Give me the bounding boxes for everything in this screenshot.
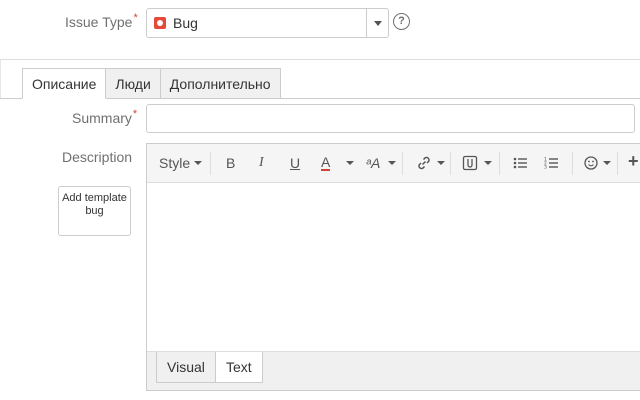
toolbar-separator: [450, 152, 451, 175]
tab-panel-border: [0, 60, 1, 99]
chevron-down-icon: [603, 161, 611, 165]
question-circle-icon[interactable]: ?: [393, 13, 410, 30]
toolbar-separator: [617, 152, 618, 175]
style-dropdown[interactable]: Style: [159, 155, 190, 171]
issue-type-label-text: Issue Type: [65, 14, 133, 30]
tab-additional[interactable]: Дополнительно: [159, 68, 281, 99]
chevron-down-icon: [194, 161, 202, 165]
tab-visual[interactable]: Visual: [156, 352, 216, 383]
required-asterisk: *: [132, 108, 138, 120]
description-editor: Style B I U A ᵃA 1 2 3 + Visual Text: [146, 143, 640, 391]
toolbar-separator: [210, 152, 211, 175]
issue-type-value: Bug: [173, 15, 198, 31]
bullet-list-icon[interactable]: [513, 156, 528, 170]
description-label: Description: [62, 149, 133, 165]
chevron-down-icon[interactable]: [346, 161, 354, 165]
italic-button[interactable]: I: [259, 155, 264, 171]
chevron-down-icon: [388, 161, 396, 165]
bold-button[interactable]: B: [226, 155, 235, 171]
toolbar-separator: [402, 152, 403, 175]
chevron-down-icon: [484, 161, 492, 165]
emoji-icon[interactable]: [584, 156, 598, 170]
bug-icon: [154, 17, 166, 29]
paperclip-icon[interactable]: [462, 155, 478, 171]
toolbar-separator: [572, 152, 573, 175]
numbered-list-icon[interactable]: 1 2 3: [544, 156, 559, 170]
svg-text:3: 3: [544, 165, 547, 171]
chevron-down-icon[interactable]: [366, 9, 388, 37]
tab-text[interactable]: Text: [215, 352, 263, 383]
more-formatting-button[interactable]: ᵃA: [366, 155, 380, 171]
required-asterisk: *: [133, 12, 138, 24]
field-tabs: Описание Люди Дополнительно: [22, 68, 281, 99]
underline-button[interactable]: U: [290, 155, 300, 171]
plus-icon[interactable]: +: [628, 152, 639, 170]
toolbar-separator: [499, 152, 500, 175]
editor-content-area[interactable]: [147, 183, 640, 351]
editor-toolbar: Style B I U A ᵃA 1 2 3 +: [147, 144, 640, 183]
chevron-down-icon: [437, 161, 445, 165]
tab-description[interactable]: Описание: [22, 68, 107, 99]
summary-input[interactable]: [146, 104, 635, 133]
issue-type-label: Issue Type*: [65, 12, 138, 30]
text-color-button[interactable]: A: [321, 155, 331, 171]
link-icon[interactable]: [416, 155, 432, 171]
issue-type-select[interactable]: Bug: [146, 8, 389, 38]
editor-mode-bar: Visual Text: [147, 351, 640, 390]
tab-people[interactable]: Люди: [105, 68, 161, 99]
summary-label: Summary*: [72, 108, 138, 126]
add-template-bug-button[interactable]: Add template bug: [58, 186, 131, 236]
summary-label-text: Summary: [72, 110, 132, 126]
divider: [0, 59, 640, 60]
